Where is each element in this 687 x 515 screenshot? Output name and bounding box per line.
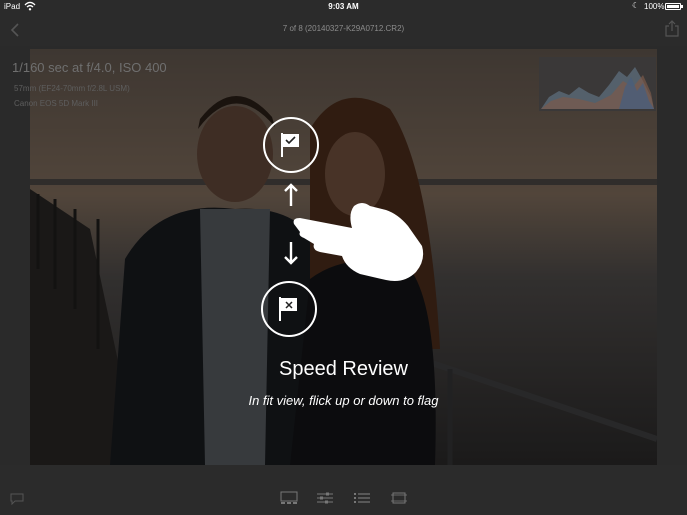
moon-icon: ☾ (632, 1, 640, 10)
clock: 9:03 AM (328, 2, 359, 11)
lens-info: 57mm (EF24-70mm f/2.8L USM) (14, 84, 130, 93)
crop-icon[interactable] (390, 491, 408, 505)
swipe-hand-icon (290, 194, 430, 286)
speed-review-subtitle: In fit view, flick up or down to flag (248, 393, 439, 408)
histogram (539, 57, 656, 111)
list-icon[interactable] (353, 491, 371, 505)
camera-info: Canon EOS 5D Mark III (14, 99, 99, 108)
share-icon[interactable] (664, 20, 680, 38)
flag-pick-icon (263, 117, 319, 173)
photo-title: 7 of 8 (20140327-K29A0712.CR2) (282, 24, 405, 33)
bottom-toolbar (0, 465, 687, 515)
battery-percent: 100% (644, 2, 665, 11)
battery-icon (665, 3, 681, 10)
status-bar: iPad 9:03 AM ☾ 100% (0, 0, 687, 14)
filmstrip-icon[interactable] (280, 491, 298, 505)
exposure-info: 1/160 sec at f/4.0, ISO 400 (12, 60, 167, 75)
comment-icon[interactable] (10, 492, 24, 506)
flag-reject-icon (261, 281, 317, 337)
speed-review-title: Speed Review (279, 358, 408, 380)
sliders-icon[interactable] (316, 491, 334, 505)
